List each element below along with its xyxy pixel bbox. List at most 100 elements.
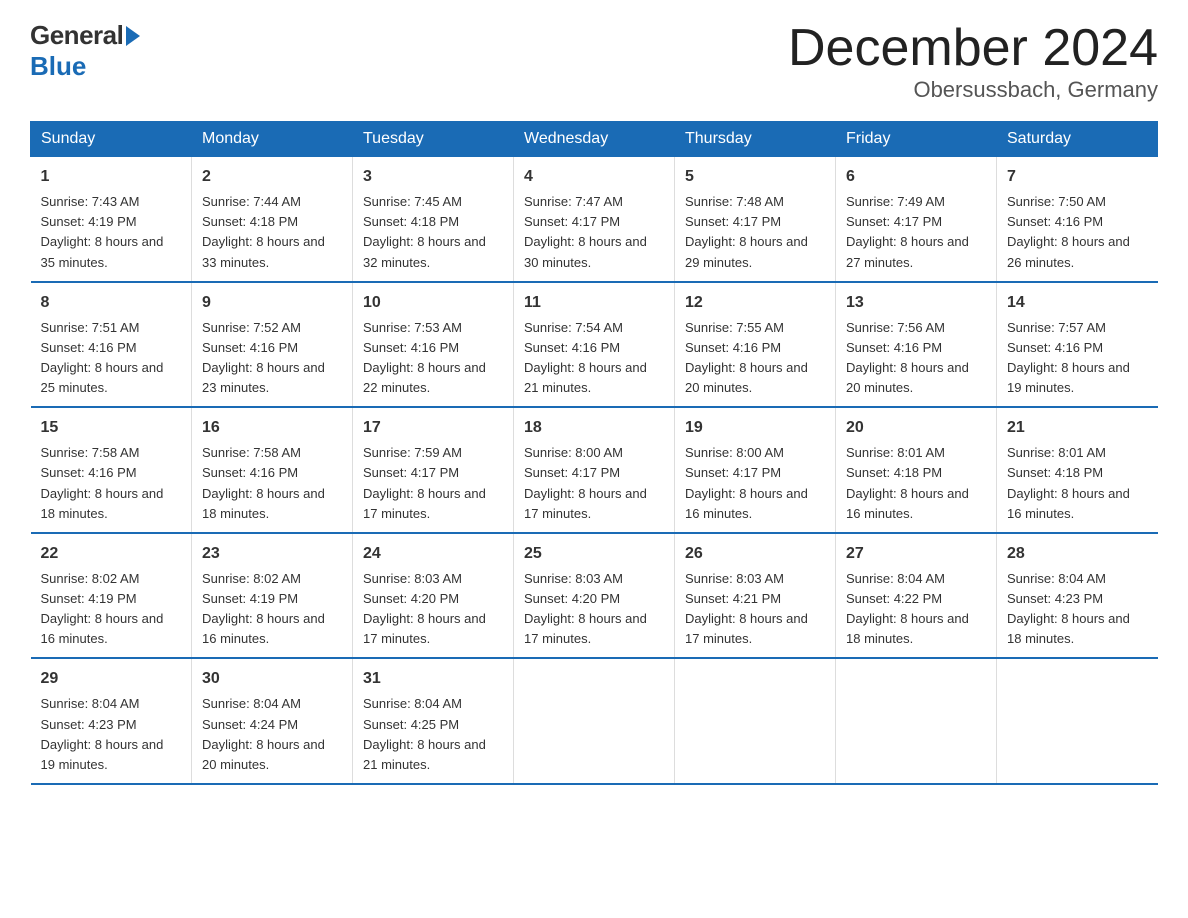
day-number: 13 bbox=[846, 291, 986, 315]
logo-text-general: General bbox=[30, 20, 123, 51]
day-info: Sunrise: 8:00 AMSunset: 4:17 PMDaylight:… bbox=[685, 445, 808, 520]
week-row-1: 1 Sunrise: 7:43 AMSunset: 4:19 PMDaylight… bbox=[31, 157, 1158, 282]
day-number: 27 bbox=[846, 542, 986, 566]
calendar-cell: 5 Sunrise: 7:48 AMSunset: 4:17 PMDaylight… bbox=[675, 157, 836, 282]
logo-triangle-icon bbox=[126, 26, 140, 46]
day-number: 30 bbox=[202, 667, 342, 691]
day-info: Sunrise: 8:03 AMSunset: 4:20 PMDaylight:… bbox=[524, 571, 647, 646]
title-section: December 2024 Obersussbach, Germany bbox=[788, 20, 1158, 103]
month-title: December 2024 bbox=[788, 20, 1158, 77]
day-number: 4 bbox=[524, 165, 664, 189]
day-info: Sunrise: 8:00 AMSunset: 4:17 PMDaylight:… bbox=[524, 445, 647, 520]
day-info: Sunrise: 7:50 AMSunset: 4:16 PMDaylight:… bbox=[1007, 194, 1130, 269]
calendar-cell: 8Sunrise: 7:51 AMSunset: 4:16 PMDaylight… bbox=[31, 282, 192, 408]
day-number: 25 bbox=[524, 542, 664, 566]
calendar-cell: 15Sunrise: 7:58 AMSunset: 4:16 PMDayligh… bbox=[31, 407, 192, 533]
calendar-cell: 26 Sunrise: 8:03 AMSunset: 4:21 PMDayligh… bbox=[675, 533, 836, 659]
day-number: 26 bbox=[685, 542, 825, 566]
day-number: 11 bbox=[524, 291, 664, 315]
day-info: Sunrise: 7:45 AMSunset: 4:18 PMDaylight:… bbox=[363, 194, 486, 269]
day-info: Sunrise: 7:58 AMSunset: 4:16 PMDaylight:… bbox=[202, 445, 325, 520]
calendar-cell: 16 Sunrise: 7:58 AMSunset: 4:16 PMDayligh… bbox=[192, 407, 353, 533]
calendar-cell bbox=[997, 658, 1158, 784]
calendar-cell: 27 Sunrise: 8:04 AMSunset: 4:22 PMDayligh… bbox=[836, 533, 997, 659]
calendar-cell: 25 Sunrise: 8:03 AMSunset: 4:20 PMDayligh… bbox=[514, 533, 675, 659]
calendar-cell: 6 Sunrise: 7:49 AMSunset: 4:17 PMDaylight… bbox=[836, 157, 997, 282]
day-info: Sunrise: 8:04 AMSunset: 4:22 PMDaylight:… bbox=[846, 571, 969, 646]
calendar-cell: 3 Sunrise: 7:45 AMSunset: 4:18 PMDaylight… bbox=[353, 157, 514, 282]
day-info: Sunrise: 7:52 AMSunset: 4:16 PMDaylight:… bbox=[202, 320, 325, 395]
calendar-cell: 7Sunrise: 7:50 AMSunset: 4:16 PMDaylight… bbox=[997, 157, 1158, 282]
calendar-cell: 29 Sunrise: 8:04 AMSunset: 4:23 PMDayligh… bbox=[31, 658, 192, 784]
calendar-cell: 23 Sunrise: 8:02 AMSunset: 4:19 PMDayligh… bbox=[192, 533, 353, 659]
day-info: Sunrise: 7:49 AMSunset: 4:17 PMDaylight:… bbox=[846, 194, 969, 269]
calendar-cell: 31 Sunrise: 8:04 AMSunset: 4:25 PMDayligh… bbox=[353, 658, 514, 784]
day-info: Sunrise: 8:02 AMSunset: 4:19 PMDaylight:… bbox=[202, 571, 325, 646]
day-info: Sunrise: 7:58 AMSunset: 4:16 PMDaylight:… bbox=[41, 445, 164, 520]
day-info: Sunrise: 7:56 AMSunset: 4:16 PMDaylight:… bbox=[846, 320, 969, 395]
calendar-cell: 14Sunrise: 7:57 AMSunset: 4:16 PMDayligh… bbox=[997, 282, 1158, 408]
day-number: 1 bbox=[41, 165, 182, 189]
day-info: Sunrise: 7:54 AMSunset: 4:16 PMDaylight:… bbox=[524, 320, 647, 395]
day-info: Sunrise: 8:01 AMSunset: 4:18 PMDaylight:… bbox=[846, 445, 969, 520]
day-number: 2 bbox=[202, 165, 342, 189]
calendar-cell: 22Sunrise: 8:02 AMSunset: 4:19 PMDayligh… bbox=[31, 533, 192, 659]
day-info: Sunrise: 8:04 AMSunset: 4:23 PMDaylight:… bbox=[41, 696, 164, 771]
calendar-cell: 17Sunrise: 7:59 AMSunset: 4:17 PMDayligh… bbox=[353, 407, 514, 533]
weekday-header-friday: Friday bbox=[836, 122, 997, 157]
day-info: Sunrise: 8:04 AMSunset: 4:25 PMDaylight:… bbox=[363, 696, 486, 771]
day-number: 29 bbox=[41, 667, 182, 691]
day-number: 6 bbox=[846, 165, 986, 189]
day-number: 8 bbox=[41, 291, 182, 315]
day-number: 9 bbox=[202, 291, 342, 315]
day-info: Sunrise: 8:04 AMSunset: 4:24 PMDaylight:… bbox=[202, 696, 325, 771]
calendar-cell: 10 Sunrise: 7:53 AMSunset: 4:16 PMDayligh… bbox=[353, 282, 514, 408]
day-info: Sunrise: 7:43 AMSunset: 4:19 PMDaylight:… bbox=[41, 194, 164, 269]
day-info: Sunrise: 8:04 AMSunset: 4:23 PMDaylight:… bbox=[1007, 571, 1130, 646]
calendar-cell: 11 Sunrise: 7:54 AMSunset: 4:16 PMDayligh… bbox=[514, 282, 675, 408]
day-info: Sunrise: 8:03 AMSunset: 4:21 PMDaylight:… bbox=[685, 571, 808, 646]
weekday-header-wednesday: Wednesday bbox=[514, 122, 675, 157]
weekday-header-sunday: Sunday bbox=[31, 122, 192, 157]
weekday-header-row: SundayMondayTuesdayWednesdayThursdayFrid… bbox=[31, 122, 1158, 157]
calendar-cell bbox=[514, 658, 675, 784]
calendar-cell: 9 Sunrise: 7:52 AMSunset: 4:16 PMDaylight… bbox=[192, 282, 353, 408]
calendar-cell: 21 Sunrise: 8:01 AMSunset: 4:18 PMDayligh… bbox=[997, 407, 1158, 533]
day-number: 23 bbox=[202, 542, 342, 566]
day-info: Sunrise: 7:53 AMSunset: 4:16 PMDaylight:… bbox=[363, 320, 486, 395]
day-info: Sunrise: 7:48 AMSunset: 4:17 PMDaylight:… bbox=[685, 194, 808, 269]
page-header: General Blue December 2024 Obersussbach,… bbox=[30, 20, 1158, 103]
calendar-table: SundayMondayTuesdayWednesdayThursdayFrid… bbox=[30, 121, 1158, 785]
day-info: Sunrise: 8:01 AMSunset: 4:18 PMDaylight:… bbox=[1007, 445, 1130, 520]
day-number: 5 bbox=[685, 165, 825, 189]
day-number: 18 bbox=[524, 416, 664, 440]
day-number: 22 bbox=[41, 542, 182, 566]
day-number: 21 bbox=[1007, 416, 1148, 440]
calendar-cell: 12 Sunrise: 7:55 AMSunset: 4:16 PMDayligh… bbox=[675, 282, 836, 408]
day-number: 20 bbox=[846, 416, 986, 440]
logo: General Blue bbox=[30, 20, 141, 82]
calendar-cell: 20 Sunrise: 8:01 AMSunset: 4:18 PMDayligh… bbox=[836, 407, 997, 533]
day-number: 16 bbox=[202, 416, 342, 440]
week-row-3: 15Sunrise: 7:58 AMSunset: 4:16 PMDayligh… bbox=[31, 407, 1158, 533]
week-row-2: 8Sunrise: 7:51 AMSunset: 4:16 PMDaylight… bbox=[31, 282, 1158, 408]
day-number: 31 bbox=[363, 667, 503, 691]
weekday-header-tuesday: Tuesday bbox=[353, 122, 514, 157]
calendar-cell bbox=[675, 658, 836, 784]
day-number: 10 bbox=[363, 291, 503, 315]
calendar-cell: 30 Sunrise: 8:04 AMSunset: 4:24 PMDayligh… bbox=[192, 658, 353, 784]
calendar-cell bbox=[836, 658, 997, 784]
calendar-cell: 1 Sunrise: 7:43 AMSunset: 4:19 PMDaylight… bbox=[31, 157, 192, 282]
calendar-cell: 19Sunrise: 8:00 AMSunset: 4:17 PMDayligh… bbox=[675, 407, 836, 533]
day-number: 17 bbox=[363, 416, 503, 440]
day-number: 12 bbox=[685, 291, 825, 315]
day-info: Sunrise: 8:03 AMSunset: 4:20 PMDaylight:… bbox=[363, 571, 486, 646]
calendar-cell: 28 Sunrise: 8:04 AMSunset: 4:23 PMDayligh… bbox=[997, 533, 1158, 659]
day-info: Sunrise: 7:55 AMSunset: 4:16 PMDaylight:… bbox=[685, 320, 808, 395]
logo-text-blue: Blue bbox=[30, 51, 86, 82]
day-number: 28 bbox=[1007, 542, 1148, 566]
day-info: Sunrise: 7:44 AMSunset: 4:18 PMDaylight:… bbox=[202, 194, 325, 269]
day-info: Sunrise: 7:47 AMSunset: 4:17 PMDaylight:… bbox=[524, 194, 647, 269]
day-number: 14 bbox=[1007, 291, 1148, 315]
day-number: 3 bbox=[363, 165, 503, 189]
